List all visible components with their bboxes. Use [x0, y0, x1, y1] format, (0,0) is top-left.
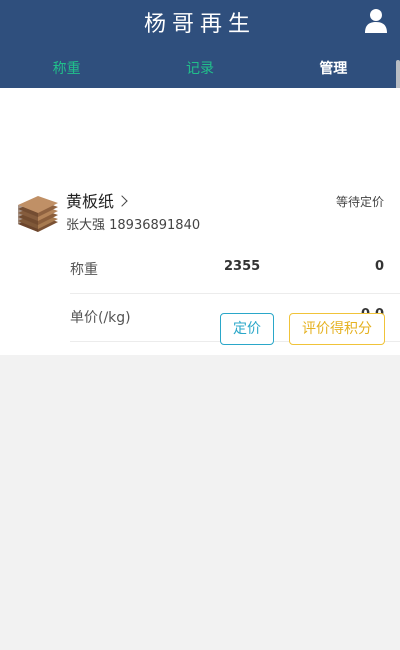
tab-bar: 称重 记录 管理: [0, 52, 400, 88]
chevron-right-icon: [116, 195, 128, 207]
status-text: 等待定价: [335, 195, 384, 209]
rate-for-points-button[interactable]: 评价得积分: [289, 313, 385, 345]
cardboard-icon: [14, 190, 62, 236]
item-name-link[interactable]: 黄板纸: [66, 188, 128, 212]
app-title: 杨哥再生: [143, 12, 256, 37]
weight-row: 称重 2355 0: [70, 245, 394, 293]
tab-weigh[interactable]: 称重: [0, 52, 133, 88]
app-header: 杨哥再生 称重 记录 管理: [0, 0, 400, 140]
user-icon[interactable]: [364, 8, 388, 34]
weight-amount: 2355: [224, 259, 261, 274]
contact-info: 张大强 18936891840: [66, 218, 201, 233]
item-name: 黄板纸: [66, 192, 115, 211]
empty-area: [0, 355, 400, 650]
unit-price-label: 单价(/kg): [70, 310, 131, 326]
tab-records[interactable]: 记录: [133, 52, 266, 88]
weight-label: 称重: [70, 262, 98, 278]
weight-value: 0: [374, 259, 384, 274]
set-price-button[interactable]: 定价: [220, 313, 274, 345]
tab-manage[interactable]: 管理: [267, 52, 400, 88]
